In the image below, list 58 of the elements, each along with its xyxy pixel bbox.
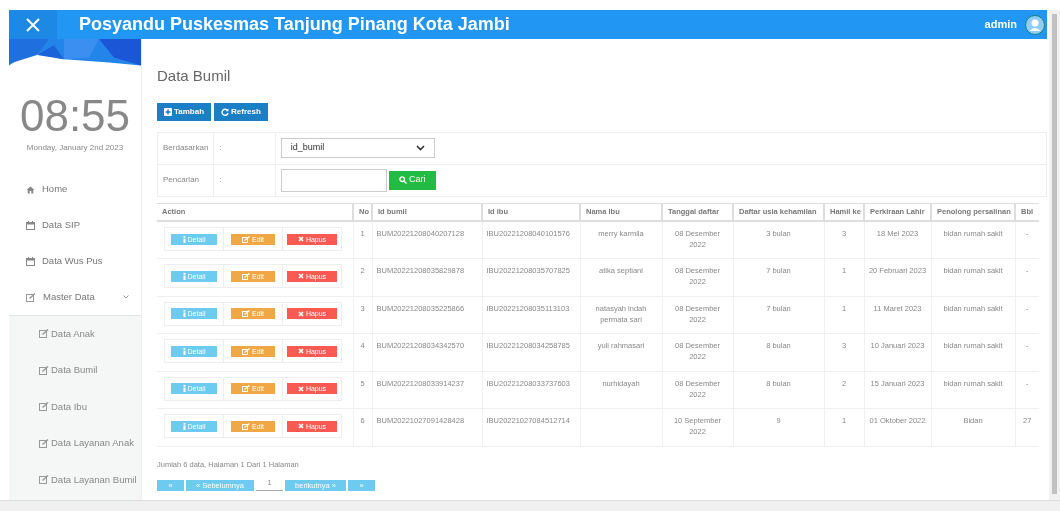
info-icon — [182, 347, 186, 355]
search-field[interactable] — [280, 168, 387, 192]
clock-date: Monday, January 2nd 2023 — [25, 141, 125, 154]
separator-text: : — [219, 143, 222, 152]
app-title: Posyandu Puskesmas Tanjung Pinang Kota Jambi — [79, 13, 510, 36]
search-by-dropdown[interactable]: id_bumil — [280, 138, 435, 158]
edit-icon — [241, 272, 250, 280]
submenu-item[interactable]: Data Ibu — [9, 388, 141, 425]
search-button[interactable]: Cari — [388, 170, 436, 190]
toolbar-button[interactable]: Refresh — [214, 102, 268, 121]
clock-time: 08:55 — [18, 93, 132, 138]
calendar-icon — [26, 257, 35, 266]
user-name[interactable]: admin — [984, 16, 1017, 33]
nav-item[interactable]: Home — [9, 171, 141, 208]
edit-icon — [39, 438, 49, 448]
edit-icon — [241, 422, 250, 430]
close-icon — [297, 385, 304, 392]
chevron-down-icon — [415, 145, 425, 151]
separator-text: : — [219, 175, 222, 184]
field-label: Pencarian — [157, 164, 214, 196]
submenu-item[interactable]: Data Layanan Bumil — [9, 461, 141, 498]
close-icon — [297, 273, 304, 279]
info-icon — [182, 310, 186, 317]
info-icon — [182, 422, 186, 430]
scrollbar[interactable] — [1049, 10, 1060, 500]
field-label: Berdasarkan — [157, 132, 214, 164]
edit-icon — [241, 310, 250, 317]
close-icon — [297, 236, 304, 242]
info-icon — [182, 272, 186, 280]
submenu-item[interactable]: Data Bumil — [9, 352, 141, 389]
close-icon — [26, 17, 40, 32]
close-icon — [297, 310, 304, 317]
avatar-icon[interactable] — [1025, 14, 1045, 35]
edit-icon — [26, 292, 36, 302]
refresh-icon — [221, 107, 230, 116]
info-icon — [182, 385, 186, 392]
edit-icon — [39, 365, 49, 375]
edit-icon — [241, 347, 250, 355]
home-icon — [26, 185, 35, 194]
close-button[interactable] — [9, 10, 57, 39]
edit-icon — [39, 475, 49, 485]
edit-icon — [241, 235, 250, 243]
nav-item[interactable]: Data SIP — [9, 207, 141, 244]
close-icon — [297, 348, 304, 354]
edit-icon — [39, 402, 49, 412]
info-icon — [182, 235, 186, 243]
edit-icon — [39, 329, 49, 339]
close-icon — [297, 423, 304, 429]
nav-item[interactable]: Data Wus Pus — [9, 243, 141, 280]
submenu-item[interactable]: Data Anak — [9, 315, 141, 352]
search-icon — [399, 176, 408, 184]
chevron-down-icon — [123, 295, 129, 299]
submenu-item[interactable]: Data Layanan Anak — [9, 425, 141, 462]
edit-icon — [241, 385, 250, 392]
calendar-icon — [26, 221, 35, 230]
page-title: Data Bumil — [157, 66, 232, 86]
plus-icon — [164, 107, 172, 116]
toolbar-button[interactable]: Tambah — [157, 102, 212, 121]
